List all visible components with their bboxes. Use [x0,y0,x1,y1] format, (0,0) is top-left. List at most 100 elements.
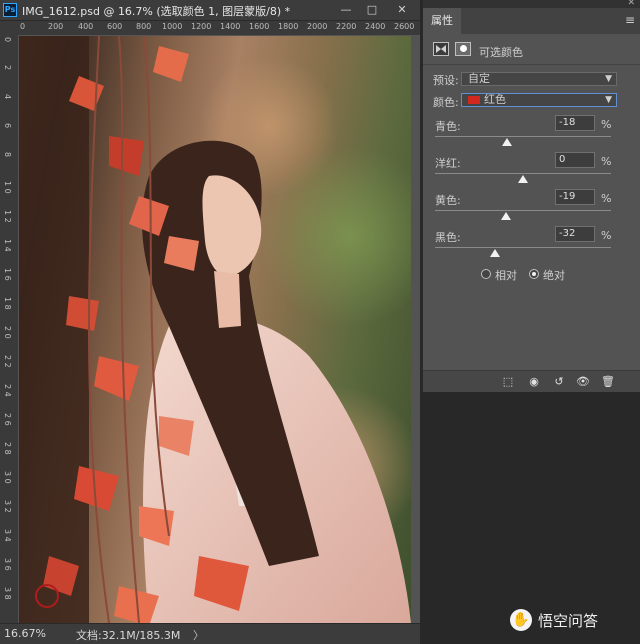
magenta-percent: % [601,155,612,168]
photo-canvas[interactable] [19,36,411,623]
status-bar: 16.67% 文档:32.1M/185.3M 〉 [0,623,420,644]
yellow-label: 黄色: [435,194,461,207]
watermark: ✋ 悟空问答 [510,608,640,634]
ruler-tick: 200 [48,22,64,31]
ruler-tick: 1800 [278,22,299,31]
ruler-tick: 2 6 [3,413,12,426]
magenta-slider-track[interactable] [435,173,611,174]
ruler-tick: 3 0 [3,471,12,484]
document-tab[interactable]: Ps IMG_1612.psd @ 16.7% (选取颜色 1, 图层蒙版/8)… [0,0,420,21]
yellow-slider-thumb[interactable] [501,212,512,220]
panel-footer: ⬚ ◉ ↺ 👁 🗑 [423,370,640,393]
panel-tabbar: 属性 ≡ [423,8,640,34]
relative-label: 相对 [495,269,517,282]
photoshop-logo-icon: Ps [3,3,17,17]
black-percent: % [601,229,612,242]
ruler-tick: 2 8 [3,442,12,455]
ruler-tick: 3 4 [3,529,12,542]
ruler-tick: 2 0 [3,326,12,339]
preset-dropdown[interactable]: 自定 ▼ [461,72,617,86]
minimize-button[interactable]: — [336,2,356,18]
panel-topbar: ✕ [423,0,640,8]
relative-radio[interactable] [481,269,491,279]
panel-menu-icon[interactable]: ≡ [625,13,635,27]
chevron-down-icon: ▼ [605,95,612,105]
selective-color-adjustment-icon[interactable] [433,42,449,56]
cyan-input[interactable]: -18 [555,115,595,131]
maximize-button[interactable]: □ [362,2,382,18]
cyan-slider-track[interactable] [435,136,611,137]
ruler-tick: 2 4 [3,384,12,397]
dark-wall [19,36,89,623]
horizontal-ruler[interactable]: 0 200 400 600 800 1000 1200 1400 1600 18… [18,21,420,36]
ruler-tick: 2200 [336,22,357,31]
clip-to-layer-icon[interactable]: ⬚ [499,374,517,390]
properties-panel: ✕ 属性 ≡ 可选颜色 预设: 自定 ▼ 颜色: 红色 ▼ 青色: -18 % … [422,0,640,393]
absolute-label: 绝对 [543,269,565,282]
yellow-slider-track[interactable] [435,210,611,211]
black-label: 黑色: [435,231,461,244]
ruler-tick: 2 [3,65,12,71]
red-swatch [468,96,480,104]
empty-workspace [422,392,640,643]
black-slider-track[interactable] [435,247,611,248]
vertical-ruler[interactable]: 0 2 4 6 8 1 0 1 2 1 4 1 6 1 8 2 0 2 2 2 … [0,35,19,623]
colors-value: 红色 [484,93,506,106]
black-input[interactable]: -32 [555,226,595,242]
cyan-slider-thumb[interactable] [502,138,513,146]
adjustment-title: 可选颜色 [479,46,523,59]
view-previous-icon[interactable]: ◉ [525,374,543,390]
trash-icon[interactable]: 🗑 [599,374,617,390]
colors-dropdown[interactable]: 红色 ▼ [461,93,617,107]
ruler-tick: 1 2 [3,210,12,223]
colors-label: 颜色: [433,96,459,109]
status-menu-arrow-icon[interactable]: 〉 [193,627,204,643]
cyan-label: 青色: [435,120,461,133]
magenta-input[interactable]: 0 [555,152,595,168]
ruler-tick: 1 8 [3,297,12,310]
ruler-tick: 2 2 [3,355,12,368]
ruler-tick: 1 0 [3,181,12,194]
ruler-tick: 6 [3,123,12,129]
ruler-tick: 3 8 [3,587,12,600]
ruler-tick: 800 [136,22,152,31]
layer-mask-icon[interactable] [455,42,471,56]
ruler-tick: 2000 [307,22,328,31]
document-size: 文档:32.1M/185.3M [76,629,181,642]
ruler-tick: 2600 [394,22,415,31]
absolute-radio[interactable] [529,269,539,279]
watermark-logo-icon: ✋ [510,609,532,631]
yellow-input[interactable]: -19 [555,189,595,205]
tab-properties[interactable]: 属性 [423,8,461,34]
reset-icon[interactable]: ↺ [550,374,568,390]
zoom-level[interactable]: 16.67% [4,627,46,640]
divider [423,64,640,65]
ruler-tick: 8 [3,152,12,158]
ruler-tick: 2400 [365,22,386,31]
ruler-tick: 4 [3,94,12,100]
photo-illustration [19,36,411,623]
ruler-tick: 1 4 [3,239,12,252]
visibility-eye-icon[interactable]: 👁 [574,374,592,390]
close-window-button[interactable]: ✕ [392,2,412,18]
ruler-origin[interactable] [0,21,18,35]
ruler-tick: 600 [107,22,123,31]
preset-label: 预设: [433,74,459,87]
document-title: IMG_1612.psd @ 16.7% (选取颜色 1, 图层蒙版/8) * [22,5,291,18]
black-slider-thumb[interactable] [489,249,500,257]
chevron-down-icon: ▼ [605,74,612,84]
ruler-tick: 1000 [162,22,183,31]
cyan-percent: % [601,118,612,131]
panel-close-button[interactable]: ✕ [627,0,635,8]
ruler-tick: 1 6 [3,268,12,281]
yellow-percent: % [601,192,612,205]
document-window: Ps IMG_1612.psd @ 16.7% (选取颜色 1, 图层蒙版/8)… [0,0,420,644]
preset-value: 自定 [468,72,490,85]
ruler-tick: 1400 [220,22,241,31]
ruler-tick: 0 [20,22,26,31]
ruler-tick: 1200 [191,22,212,31]
ruler-tick: 3 2 [3,500,12,513]
magenta-slider-thumb[interactable] [518,175,528,183]
ruler-tick: 1600 [249,22,270,31]
ruler-tick: 0 [3,37,12,43]
